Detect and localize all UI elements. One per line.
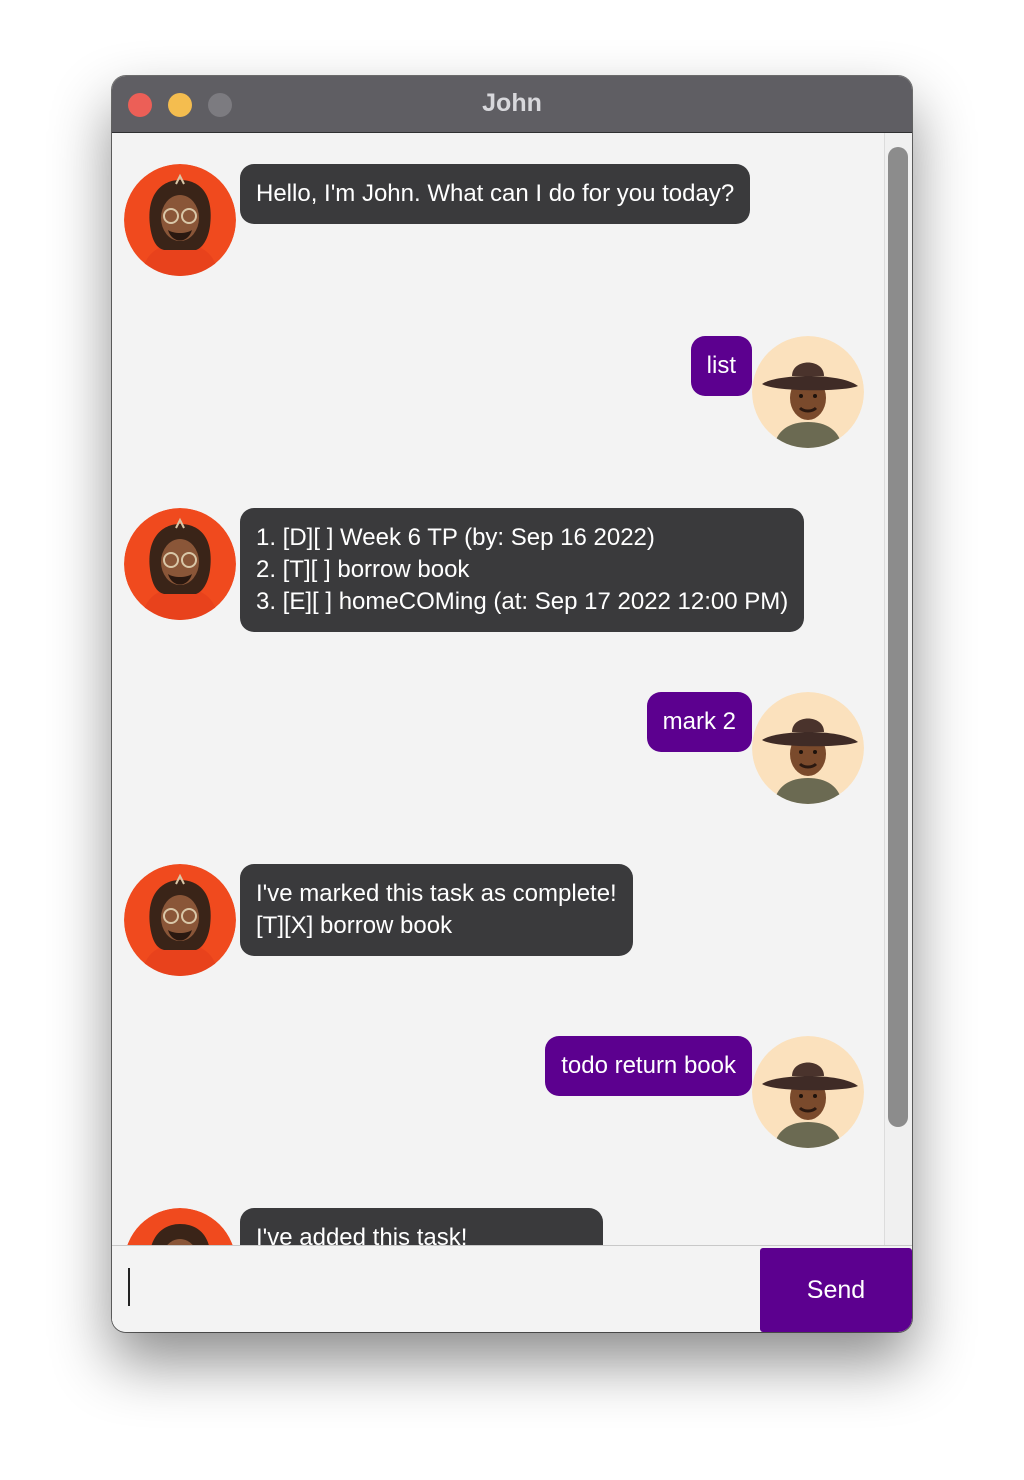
bot-avatar	[124, 508, 236, 620]
user-message-bubble: mark 2	[646, 692, 752, 752]
bot-avatar-icon	[124, 164, 236, 276]
user-avatar	[752, 1036, 864, 1148]
app-window: John Hello, I'm John. What can I do for …	[112, 76, 912, 1332]
user-avatar-icon	[752, 1036, 864, 1148]
input-bar: Send	[112, 1245, 912, 1332]
bot-avatar	[124, 864, 236, 976]
chat-scrollbar[interactable]	[884, 133, 912, 1245]
dialog-container[interactable]: Hello, I'm John. What can I do for you t…	[112, 133, 884, 1245]
bot-avatar-icon	[127, 1208, 233, 1245]
bot-message-bubble: Hello, I'm John. What can I do for you t…	[240, 164, 751, 224]
bot-avatar	[124, 1208, 236, 1245]
bot-message-bubble: 1. [D][ ] Week 6 TP (by: Sep 16 2022) 2.…	[240, 508, 805, 632]
user-message-bubble: list	[690, 336, 752, 396]
user-avatar	[752, 336, 864, 448]
text-caret	[128, 1268, 130, 1306]
title-bar[interactable]: John	[112, 76, 912, 133]
scrollbar-thumb[interactable]	[888, 147, 908, 1127]
send-button[interactable]: Send	[760, 1248, 912, 1332]
user-avatar-icon	[752, 692, 864, 804]
bot-avatar-icon	[124, 508, 236, 620]
window-title: John	[482, 89, 542, 117]
bot-avatar-icon	[124, 864, 236, 976]
message-input[interactable]	[112, 1247, 758, 1331]
user-avatar	[752, 692, 864, 804]
user-avatar-icon	[752, 336, 864, 448]
bot-message-bubble: I've marked this task as complete! [T][X…	[240, 864, 633, 956]
bot-avatar	[124, 164, 236, 276]
user-message-bubble: todo return book	[545, 1036, 752, 1096]
bot-message-bubble: I've added this task!	[240, 1208, 603, 1245]
